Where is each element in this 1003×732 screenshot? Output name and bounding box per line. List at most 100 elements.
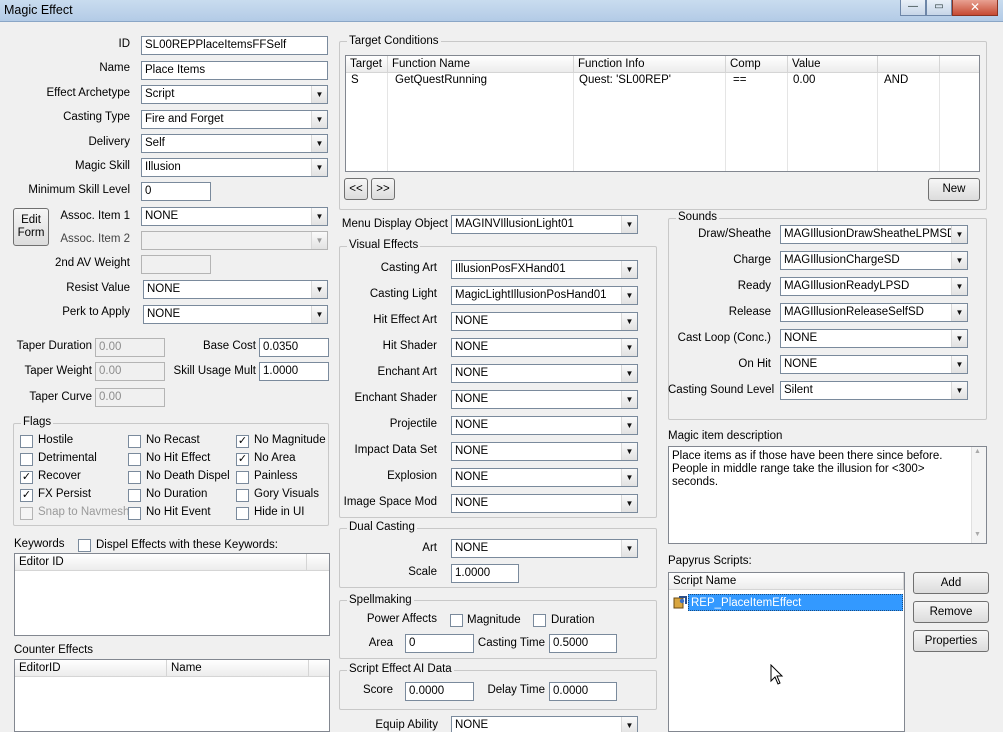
av-weight-field[interactable]: [141, 255, 211, 274]
sound-select[interactable]: NONE ▼: [780, 329, 968, 348]
edit-form-button[interactable]: Edit Form: [13, 208, 49, 246]
visual-effect-select[interactable]: MagicLightIllusionPosHand01 ▼: [451, 286, 638, 305]
col-function-info[interactable]: Function Info: [574, 56, 726, 73]
counter-col-name[interactable]: Name: [167, 660, 309, 677]
visual-effect-select[interactable]: NONE ▼: [451, 442, 638, 461]
flag-item[interactable]: No Hit Event: [128, 506, 238, 521]
taper-duration-field[interactable]: 0.00: [95, 338, 165, 357]
prev-page-button[interactable]: <<: [344, 178, 368, 200]
sound-select[interactable]: MAGIllusionDrawSheatheLPMSD ▼: [780, 225, 968, 244]
sound-select[interactable]: MAGIllusionReleaseSelfSD ▼: [780, 303, 968, 322]
close-button[interactable]: ✕: [952, 0, 998, 16]
flag-item[interactable]: Painless: [236, 470, 346, 485]
flag-checkbox[interactable]: [236, 471, 249, 484]
flag-checkbox[interactable]: [20, 453, 33, 466]
sound-select[interactable]: MAGIllusionReadyLPSD ▼: [780, 277, 968, 296]
visual-effect-select[interactable]: NONE ▼: [451, 390, 638, 409]
col-and-or[interactable]: [878, 56, 940, 73]
col-target[interactable]: Target: [346, 56, 388, 73]
keywords-col-editor-id[interactable]: Editor ID: [15, 554, 307, 571]
flag-item[interactable]: No Duration: [128, 488, 238, 503]
maximize-button[interactable]: ▭: [926, 0, 952, 16]
keywords-list[interactable]: Editor ID: [14, 553, 330, 636]
flag-checkbox[interactable]: [236, 507, 249, 520]
remove-script-button[interactable]: Remove: [913, 601, 989, 623]
minimize-button[interactable]: —: [900, 0, 926, 16]
counter-col-editor-id[interactable]: EditorID: [15, 660, 167, 677]
casting-type-select[interactable]: Fire and Forget ▼: [141, 110, 328, 129]
casting-time-field[interactable]: 0.5000: [549, 634, 617, 653]
flag-checkbox[interactable]: ✓: [20, 489, 33, 502]
flag-item[interactable]: No Death Dispel: [128, 470, 238, 485]
taper-weight-field[interactable]: 0.00: [95, 362, 165, 381]
counter-effects-list[interactable]: EditorID Name: [14, 659, 330, 732]
dual-scale-field[interactable]: 1.0000: [451, 564, 519, 583]
papyrus-scripts-list[interactable]: Script Name REP_PlaceItemEffect: [668, 572, 905, 732]
score-field[interactable]: 0.0000: [405, 682, 474, 701]
conditions-table[interactable]: Target Function Name Function Info Comp …: [345, 55, 980, 172]
name-field[interactable]: Place Items: [141, 61, 328, 80]
archetype-select[interactable]: Script ▼: [141, 85, 328, 104]
visual-effect-select[interactable]: NONE ▼: [451, 338, 638, 357]
menu-display-select[interactable]: MAGINVIllusionLight01 ▼: [451, 215, 638, 234]
flag-checkbox[interactable]: [20, 507, 33, 520]
taper-curve-field[interactable]: 0.00: [95, 388, 165, 407]
equip-ability-select[interactable]: NONE ▼: [451, 716, 638, 732]
col-function-name[interactable]: Function Name: [388, 56, 574, 73]
flag-item[interactable]: ✓ Recover: [20, 470, 130, 485]
flag-item[interactable]: No Hit Effect: [128, 452, 238, 467]
properties-button[interactable]: Properties: [913, 630, 989, 652]
description-textarea[interactable]: Place items as if those have been there …: [668, 446, 987, 544]
perk-select[interactable]: NONE ▼: [143, 305, 328, 324]
flag-item[interactable]: ✓ No Magnitude: [236, 434, 346, 449]
skill-mult-field[interactable]: 1.0000: [259, 362, 329, 381]
magic-skill-select[interactable]: Illusion ▼: [141, 158, 328, 177]
description-scrollbar[interactable]: [971, 447, 986, 543]
flag-checkbox[interactable]: [128, 435, 141, 448]
assoc2-select[interactable]: ▼: [141, 231, 328, 250]
col-value[interactable]: Value: [788, 56, 878, 73]
papyrus-col-script-name[interactable]: Script Name: [669, 573, 904, 590]
visual-effect-select[interactable]: IllusionPosFXHand01 ▼: [451, 260, 638, 279]
next-page-button[interactable]: >>: [371, 178, 395, 200]
resist-select[interactable]: NONE ▼: [143, 280, 328, 299]
visual-effect-select[interactable]: NONE ▼: [451, 364, 638, 383]
sound-select[interactable]: Silent ▼: [780, 381, 968, 400]
flag-item[interactable]: Hostile: [20, 434, 130, 449]
visual-effect-select[interactable]: NONE ▼: [451, 416, 638, 435]
flag-item[interactable]: No Recast: [128, 434, 238, 449]
magnitude-checkbox[interactable]: [450, 614, 463, 627]
delivery-select[interactable]: Self ▼: [141, 134, 328, 153]
sound-select[interactable]: MAGIllusionChargeSD ▼: [780, 251, 968, 270]
visual-effect-select[interactable]: NONE ▼: [451, 312, 638, 331]
flag-checkbox[interactable]: ✓: [236, 435, 249, 448]
id-field[interactable]: SL00REPPlaceItemsFFSelf: [141, 36, 328, 55]
duration-checkbox[interactable]: [533, 614, 546, 627]
flag-item[interactable]: Hide in UI: [236, 506, 346, 521]
dual-art-select[interactable]: NONE ▼: [451, 539, 638, 558]
flag-item[interactable]: ✓ No Area: [236, 452, 346, 467]
delay-time-field[interactable]: 0.0000: [549, 682, 617, 701]
min-skill-field[interactable]: 0: [141, 182, 211, 201]
flag-checkbox[interactable]: [236, 489, 249, 502]
area-field[interactable]: 0: [405, 634, 474, 653]
flag-checkbox[interactable]: [128, 489, 141, 502]
flag-checkbox[interactable]: ✓: [20, 471, 33, 484]
flag-item[interactable]: ✓ FX Persist: [20, 488, 130, 503]
visual-effect-select[interactable]: NONE ▼: [451, 468, 638, 487]
flag-checkbox[interactable]: [128, 471, 141, 484]
dispel-checkbox[interactable]: [78, 539, 91, 552]
add-script-button[interactable]: Add: [913, 572, 989, 594]
script-list-item[interactable]: REP_PlaceItemEffect: [671, 594, 903, 611]
base-cost-field[interactable]: 0.0350: [259, 338, 329, 357]
flag-checkbox[interactable]: [128, 507, 141, 520]
flag-checkbox[interactable]: [20, 435, 33, 448]
sound-select[interactable]: NONE ▼: [780, 355, 968, 374]
flag-item[interactable]: Gory Visuals: [236, 488, 346, 503]
flag-checkbox[interactable]: ✓: [236, 453, 249, 466]
flag-item[interactable]: Snap to Navmesh: [20, 506, 130, 521]
visual-effect-select[interactable]: NONE ▼: [451, 494, 638, 513]
flag-checkbox[interactable]: [128, 453, 141, 466]
col-comp[interactable]: Comp: [726, 56, 788, 73]
flag-item[interactable]: Detrimental: [20, 452, 130, 467]
